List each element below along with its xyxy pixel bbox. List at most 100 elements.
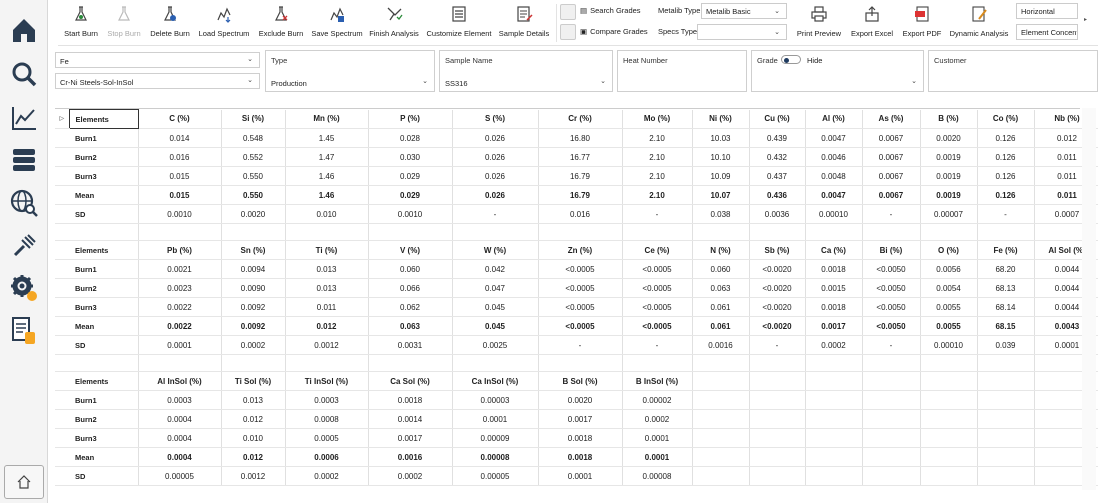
value-cell[interactable] (692, 409, 750, 429)
value-cell[interactable]: 0.014 (138, 128, 222, 148)
table-row[interactable]: SD 0.0010 0.0020 0.010 0.0010-0.016-0.038 0.0… (55, 204, 1098, 224)
value-cell[interactable] (749, 466, 806, 486)
value-cell[interactable]: 0.0023 (138, 278, 222, 298)
search-grades-checkbox[interactable] (560, 4, 576, 20)
value-cell[interactable]: <0.0050 (862, 259, 921, 279)
table-row[interactable]: Burn1 0.014 0.548 1.45 0.028 0.026 16.80 2.10 10… (55, 128, 1098, 148)
value-cell[interactable]: <0.0005 (622, 259, 693, 279)
value-cell[interactable]: - (622, 204, 693, 224)
value-cell[interactable]: 0.00010 (805, 204, 863, 224)
value-cell[interactable]: 0.011 (285, 297, 369, 317)
column-header[interactable]: Pb (%) (138, 240, 222, 260)
row-label[interactable]: SD (69, 204, 139, 224)
value-cell[interactable]: 0.012 (285, 316, 369, 336)
value-cell[interactable]: 0.0002 (285, 466, 369, 486)
value-cell[interactable]: 0.045 (452, 316, 539, 336)
value-cell[interactable]: 0.0022 (138, 316, 222, 336)
table-row[interactable]: Burn2 0.016 0.552 1.47 0.030 0.026 16.77 2.10 10… (55, 147, 1098, 167)
load-spectrum-button[interactable]: Load Spectrum (198, 3, 250, 43)
export-pdf-button[interactable]: Export PDF (900, 3, 944, 43)
search-grades-button[interactable]: ▤ Search Grades (580, 6, 641, 15)
value-cell[interactable]: 0.0018 (538, 447, 623, 467)
value-cell[interactable]: 0.026 (452, 185, 539, 205)
row-label[interactable]: Mean (69, 316, 139, 336)
value-cell[interactable]: 0.00008 (622, 466, 693, 486)
home-icon[interactable] (6, 12, 42, 48)
value-cell[interactable]: 0.0003 (138, 390, 222, 410)
value-cell[interactable]: <0.0020 (749, 278, 806, 298)
value-cell[interactable]: 0.061 (692, 297, 750, 317)
value-cell[interactable]: 0.0004 (138, 428, 222, 448)
value-cell[interactable]: 0.0092 (221, 316, 286, 336)
value-cell[interactable]: 1.46 (285, 166, 369, 186)
column-header[interactable]: Al InSol (%) (138, 371, 222, 391)
column-header[interactable]: Mo (%) (622, 109, 693, 129)
value-cell[interactable]: 0.0016 (692, 335, 750, 355)
search-icon[interactable] (6, 56, 42, 92)
table-row[interactable]: SD 0.00005 0.0012 0.0002 0.0002 0.00005 0.0001… (55, 466, 1098, 486)
value-cell[interactable]: 0.0021 (138, 259, 222, 279)
column-header[interactable]: O (%) (920, 240, 978, 260)
table-row[interactable]: Burn1 0.0003 0.013 0.0003 0.0018 0.00003 0.002… (55, 390, 1098, 410)
home-button[interactable] (4, 465, 44, 499)
dynamic-analysis-button[interactable]: Dynamic Analysis (950, 3, 1008, 43)
value-cell[interactable]: - (622, 335, 693, 355)
value-cell[interactable]: 0.0031 (368, 335, 453, 355)
column-header[interactable] (805, 371, 863, 391)
value-cell[interactable]: 0.0055 (920, 297, 978, 317)
value-cell[interactable]: 0.060 (368, 259, 453, 279)
value-cell[interactable] (749, 447, 806, 467)
exclude-burn-button[interactable]: Exclude Burn (258, 3, 304, 43)
stop-burn-button[interactable]: Stop Burn (106, 3, 142, 43)
column-header[interactable]: Ce (%) (622, 240, 693, 260)
element-concentration-field[interactable]: Element Concentr (1016, 24, 1078, 40)
table-row[interactable]: SD 0.0001 0.0002 0.0012 0.0031 0.0025- -0.0016… (55, 335, 1098, 355)
value-cell[interactable]: 0.0001 (622, 447, 693, 467)
value-cell[interactable]: 0.028 (368, 128, 453, 148)
column-header[interactable]: As (%) (862, 109, 921, 129)
delete-burn-button[interactable]: Delete Burn (148, 3, 192, 43)
value-cell[interactable]: 16.80 (538, 128, 623, 148)
value-cell[interactable]: 0.0002 (368, 466, 453, 486)
value-cell[interactable]: 0.063 (368, 316, 453, 336)
value-cell[interactable]: 0.0018 (368, 390, 453, 410)
value-cell[interactable]: 0.013 (285, 259, 369, 279)
value-cell[interactable] (862, 409, 921, 429)
value-cell[interactable] (749, 428, 806, 448)
value-cell[interactable]: 0.439 (749, 128, 806, 148)
value-cell[interactable]: 0.062 (368, 297, 453, 317)
value-cell[interactable]: 0.0004 (138, 447, 222, 467)
chart-icon[interactable] (6, 100, 42, 136)
column-header[interactable]: Sn (%) (221, 240, 286, 260)
value-cell[interactable]: 0.0012 (285, 335, 369, 355)
value-cell[interactable]: <0.0050 (862, 316, 921, 336)
value-cell[interactable]: 0.016 (138, 147, 222, 167)
column-header[interactable]: Bi (%) (862, 240, 921, 260)
value-cell[interactable]: 0.0022 (138, 297, 222, 317)
export-excel-button[interactable]: Export Excel (850, 3, 894, 43)
value-cell[interactable]: 0.126 (977, 128, 1035, 148)
value-cell[interactable]: 0.0017 (538, 409, 623, 429)
value-cell[interactable]: 10.03 (692, 128, 750, 148)
value-cell[interactable]: - (977, 204, 1035, 224)
value-cell[interactable] (862, 466, 921, 486)
column-header[interactable]: Ca InSol (%) (452, 371, 539, 391)
customize-element-button[interactable]: Customize Element (426, 3, 492, 43)
value-cell[interactable]: <0.0005 (538, 278, 623, 298)
value-cell[interactable]: 0.038 (692, 204, 750, 224)
value-cell[interactable] (749, 390, 806, 410)
value-cell[interactable]: 0.010 (221, 428, 286, 448)
probe-icon[interactable] (6, 228, 42, 264)
sample-details-button[interactable]: Sample Details (498, 3, 550, 43)
value-cell[interactable]: 0.0015 (805, 278, 863, 298)
finish-analysis-button[interactable]: Finish Analysis (369, 3, 419, 43)
value-cell[interactable]: 0.010 (285, 204, 369, 224)
value-cell[interactable]: - (862, 335, 921, 355)
value-cell[interactable]: <0.0005 (622, 297, 693, 317)
settings-icon[interactable] (6, 270, 42, 306)
value-cell[interactable]: 0.548 (221, 128, 286, 148)
value-cell[interactable] (862, 447, 921, 467)
value-cell[interactable]: 0.0054 (920, 278, 978, 298)
database-icon[interactable] (6, 142, 42, 178)
column-header[interactable]: N (%) (692, 240, 750, 260)
